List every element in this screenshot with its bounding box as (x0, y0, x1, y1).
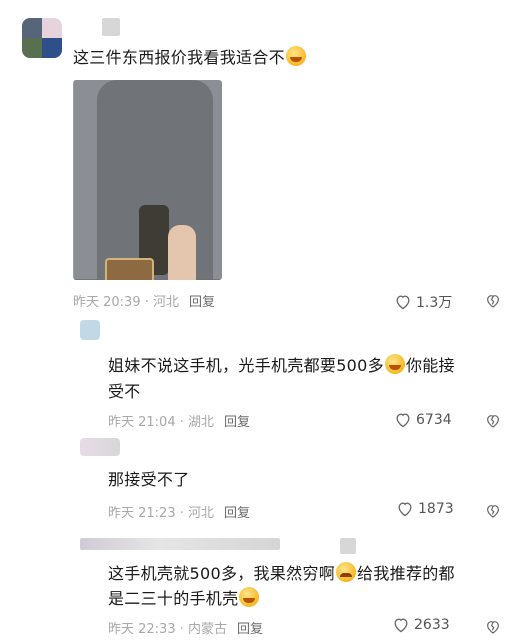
comment-photo[interactable] (73, 80, 222, 280)
comment-text-line-2: 是二三十的手机壳 (108, 585, 260, 613)
like-count: 6734 (416, 412, 452, 428)
laughing-tears-emoji (239, 587, 260, 607)
comment-meta: 昨天 20:39 · 河北 回复 (73, 295, 216, 310)
heart-outline-icon (394, 618, 408, 633)
like-button[interactable]: 6734 (394, 412, 452, 428)
reply-button[interactable]: 回复 (237, 622, 263, 637)
heart-outline-icon (398, 502, 412, 517)
reply-button[interactable]: 回复 (189, 295, 215, 310)
like-count: 1873 (418, 501, 454, 517)
comment-meta: 昨天 22:33 · 内蒙古 回复 (108, 622, 264, 637)
laughing-tears-emoji (285, 46, 306, 66)
username-blurred[interactable] (102, 18, 120, 36)
comment-text: 姐妹不说这手机，光手机壳都要500多 你能接 (108, 354, 455, 375)
comment-meta: 昨天 21:23 · 河北 回复 (108, 506, 251, 521)
broken-heart-icon[interactable] (485, 413, 501, 429)
heart-outline-icon (396, 295, 410, 310)
reply-button[interactable]: 回复 (224, 506, 250, 521)
bag-image (105, 258, 154, 280)
broken-heart-icon[interactable] (485, 293, 501, 309)
avatar[interactable] (80, 438, 120, 456)
heart-outline-icon (396, 413, 410, 428)
like-count: 2633 (414, 617, 450, 633)
avatar[interactable] (22, 18, 62, 58)
comment-meta: 昨天 21:04 · 湖北 回复 (108, 415, 251, 430)
like-button[interactable]: 1873 (396, 501, 454, 517)
comment-text: 这手机壳就500多，我果然穷啊 给我推荐的都 (108, 562, 455, 583)
worried-emoji (336, 562, 357, 582)
broken-heart-icon[interactable] (485, 619, 501, 635)
comment-text-line-2: 受不 (108, 382, 141, 401)
laughing-tears-emoji (384, 354, 405, 374)
reply-button[interactable]: 回复 (224, 415, 250, 430)
leg-image (168, 225, 196, 280)
avatar[interactable] (80, 320, 100, 340)
like-count: 1.3万 (416, 295, 453, 311)
comment-text: 那接受不了 (108, 470, 190, 489)
comment-text: 这三件东西报价我看我适合不 (73, 44, 307, 72)
username-blurred[interactable] (80, 538, 280, 550)
broken-heart-icon[interactable] (485, 503, 501, 519)
like-button[interactable]: 2633 (392, 617, 450, 633)
avatar[interactable] (340, 538, 356, 554)
like-button[interactable]: 1.3万 (394, 292, 452, 312)
